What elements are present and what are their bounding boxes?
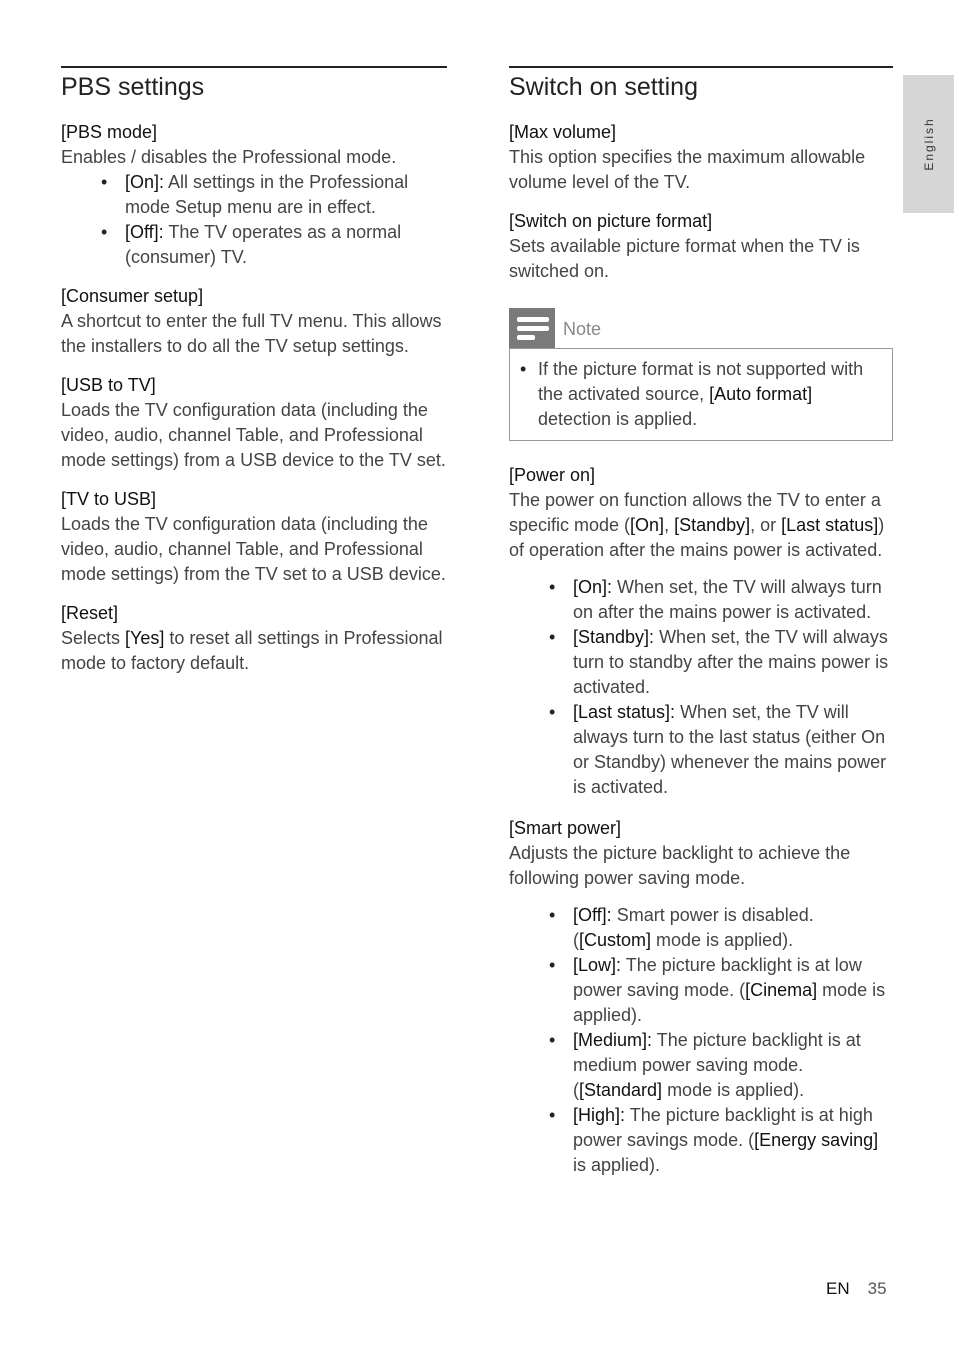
pbs-mode-section: [PBS mode] Enables / disables the Profes… [61,120,447,270]
section-text: This option specifies the maximum allowa… [509,147,866,192]
section-title: [Smart power] [509,818,622,838]
tv-to-usb-section: [TV to USB] Loads the TV configuration d… [61,487,447,587]
section-title: [Switch on picture format] [509,211,713,231]
section-text: Loads the TV configuration data (includi… [61,400,446,470]
reset-section: [Reset] Selects [Yes] to reset all setti… [61,601,447,676]
section-text: Enables / disables the Professional mode… [61,147,397,167]
pbs-settings-heading: PBS settings [61,73,205,101]
consumer-setup-section: [Consumer setup] A shortcut to enter the… [61,284,447,359]
list-item: [Off]: The TV operates as a normal (cons… [61,220,447,270]
section-title: [PBS mode] [61,122,158,142]
switch-on-setting-column: Switch on setting [Max volume] This opti… [509,66,893,1192]
section-title: [USB to TV] [61,375,156,395]
section-title: [Consumer setup] [61,286,204,306]
list-item: [Low]: The picture backlight is at low p… [509,953,893,1028]
section-text: The power on function allows the TV to e… [509,490,885,560]
section-title: [Power on] [509,465,596,485]
heading-rule [61,66,447,68]
language-code: EN [826,1279,850,1298]
note-icon [509,308,555,348]
section-text: Selects [Yes] to reset all settings in P… [61,628,443,673]
pbs-settings-column: PBS settings [PBS mode] Enables / disabl… [61,66,447,690]
list-item: [Off]: Smart power is disabled. ([Custom… [509,903,893,953]
section-title: [TV to USB] [61,489,157,509]
picture-format-section: [Switch on picture format] Sets availabl… [509,209,893,284]
list-item: [Medium]: The picture backlight is at me… [509,1028,893,1103]
page-number: 35 [867,1279,887,1298]
list-item: [On]: All settings in the Professional m… [61,170,447,220]
list-item: [Standby]: When set, the TV will always … [509,625,893,700]
section-text: Sets available picture format when the T… [509,236,860,281]
usb-to-tv-section: [USB to TV] Loads the TV configuration d… [61,373,447,473]
power-on-section: [Power on] The power on function allows … [509,463,893,800]
language-tab-label: English [921,117,936,171]
max-volume-section: [Max volume] This option specifies the m… [509,120,893,195]
list-item: [High]: The picture backlight is at high… [509,1103,893,1178]
smart-power-section: [Smart power] Adjusts the picture backli… [509,816,893,1178]
list-item: [On]: When set, the TV will always turn … [509,575,893,625]
section-text: Loads the TV configuration data (includi… [61,514,446,584]
note-box: Note If the picture format is not suppor… [509,308,893,441]
page-footer: EN 35 [826,1279,887,1299]
section-text: Adjusts the picture backlight to achieve… [509,843,851,888]
section-title: [Max volume] [509,122,617,142]
language-tab: English [903,75,954,213]
note-text: If the picture format is not supported w… [520,357,882,432]
section-title: [Reset] [61,603,119,623]
list-item: [Last status]: When set, the TV will alw… [509,700,893,800]
switch-on-setting-heading: Switch on setting [509,73,698,101]
note-label: Note [563,319,602,339]
heading-rule [509,66,893,68]
section-text: A shortcut to enter the full TV menu. Th… [61,311,442,356]
